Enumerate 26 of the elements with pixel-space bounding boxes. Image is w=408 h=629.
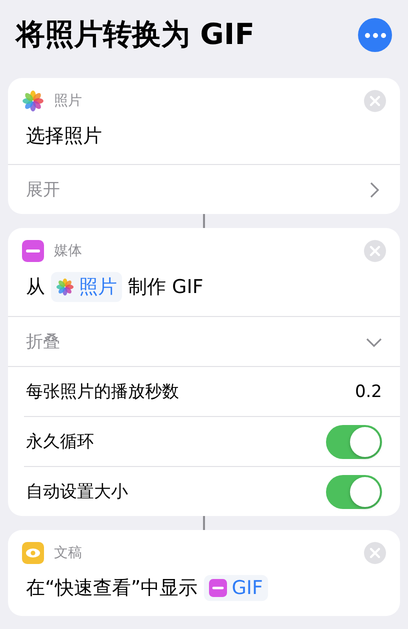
expand-row[interactable]: 折叠 [8,316,400,366]
more-button[interactable] [358,18,392,52]
parameter-label: 自动设置大小 [26,481,128,503]
variable-token[interactable]: 照片 [51,272,122,302]
expand-label: 折叠 [26,331,60,353]
parameter-label: 永久循环 [26,431,94,453]
category-label: 照片 [54,92,82,110]
media-icon [22,240,44,262]
action-title: 从 [26,275,45,300]
action-title: 在“快速查看”中显示 [26,576,198,601]
toggle-switch[interactable] [326,474,382,508]
expand-label: 展开 [26,179,60,201]
page-title: 将照片转换为 GIF [16,16,254,53]
flower-icon [22,90,44,112]
category-label: 文稿 [54,544,82,562]
parameter-value[interactable]: 0.2 [354,382,382,402]
flower-icon [56,278,74,296]
action-title: 选择照片 [26,124,102,149]
media-icon [208,579,227,597]
category-label: 媒体 [54,242,82,260]
eye-icon [22,542,44,564]
toggle-switch[interactable] [326,424,382,458]
variable-token[interactable]: GIF [204,575,268,601]
action-title: 制作 GIF [128,275,204,300]
expand-row[interactable]: 展开 [8,164,400,214]
parameter-label: 每张照片的播放秒数 [26,381,179,403]
